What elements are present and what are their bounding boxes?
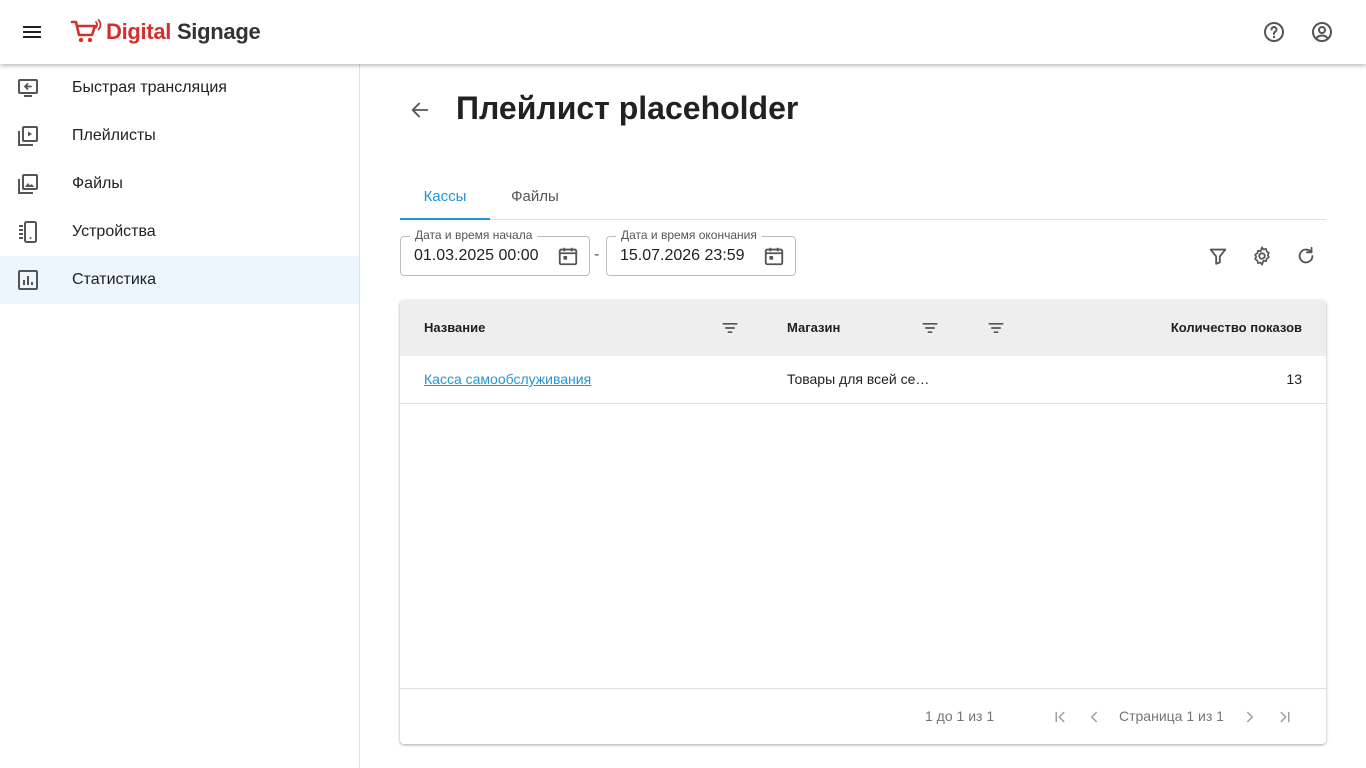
last-page-icon <box>1280 711 1290 723</box>
cart-logo-icon <box>70 19 102 43</box>
sidebar-item-playlists[interactable]: Плейлисты <box>0 112 359 160</box>
sidebar-item-files[interactable]: Файлы <box>0 160 359 208</box>
refresh-icon <box>1298 246 1314 264</box>
logo-text: Digital Signage <box>106 19 261 44</box>
first-page-button[interactable] <box>1050 707 1070 727</box>
files-icon <box>18 174 38 194</box>
tab-bar: Кассы Файлы <box>400 174 1326 220</box>
page-title: Плейлист placeholder <box>456 90 799 126</box>
column-header-count[interactable]: Количество показов <box>1171 320 1302 335</box>
table-row[interactable]: Касса самообслуживания Товары для всей с… <box>400 356 1326 404</box>
account-icon <box>1312 22 1332 42</box>
refresh-button[interactable] <box>1294 244 1318 268</box>
account-button[interactable] <box>1306 16 1338 48</box>
column-header-store[interactable]: Магазин <box>787 320 840 335</box>
quick-broadcast-icon <box>18 79 38 97</box>
count-cell: 13 <box>1286 371 1302 387</box>
chevron-left-icon <box>1091 711 1097 723</box>
date-end-label: Дата и время окончания <box>616 228 762 242</box>
sidebar-item-label: Устройства <box>72 223 156 240</box>
app-logo[interactable]: Digital Signage <box>70 16 261 48</box>
pagination-summary: 1 до 1 из 1 <box>925 708 995 724</box>
store-cell: Товары для всей се… <box>787 371 930 387</box>
table-pagination: 1 до 1 из 1 Страница 1 из 1 <box>400 688 1326 744</box>
previous-page-button[interactable] <box>1084 707 1104 727</box>
statistics-icon <box>18 270 38 290</box>
date-end-field[interactable]: Дата и время окончания 15.07.2026 23:59 <box>606 228 796 276</box>
next-page-button[interactable] <box>1240 707 1260 727</box>
tab-active-indicator <box>400 218 490 220</box>
filter-button[interactable] <box>1206 244 1230 268</box>
help-button[interactable] <box>1258 16 1290 48</box>
calendar-icon[interactable] <box>763 245 785 267</box>
tab-files[interactable]: Файлы <box>490 174 580 219</box>
top-app-bar: Digital Signage <box>0 0 1366 64</box>
menu-icon <box>23 26 41 38</box>
sidebar-item-label: Плейлисты <box>72 127 156 144</box>
sidebar-item-devices[interactable]: Устройства <box>0 208 359 256</box>
first-page-icon <box>1055 711 1065 723</box>
chevron-right-icon <box>1247 711 1253 723</box>
table-header: Название Магазин Количество показов <box>400 300 1326 356</box>
gear-icon <box>1254 246 1270 266</box>
date-start-field[interactable]: Дата и время начала 01.03.2025 00:00 <box>400 228 590 276</box>
sidebar: Быстрая трансляция Плейлисты Файлы Устро… <box>0 64 360 768</box>
sidebar-item-label: Файлы <box>72 175 123 192</box>
devices-icon <box>19 221 37 243</box>
calendar-icon[interactable] <box>557 245 579 267</box>
column-filter-icon[interactable] <box>986 318 1006 338</box>
date-end-value: 15.07.2026 23:59 <box>620 247 745 264</box>
sidebar-item-quick-broadcast[interactable]: Быстрая трансляция <box>0 64 359 112</box>
back-button[interactable] <box>404 94 436 126</box>
column-filter-icon[interactable] <box>920 318 940 338</box>
tab-registers[interactable]: Кассы <box>400 174 490 219</box>
sidebar-item-label: Статистика <box>72 271 157 288</box>
help-icon <box>1264 22 1284 42</box>
column-header-name[interactable]: Название <box>424 320 485 335</box>
filter-icon <box>1209 248 1227 265</box>
date-start-value: 01.03.2025 00:00 <box>414 247 539 264</box>
register-link[interactable]: Касса самообслуживания <box>424 371 591 387</box>
column-filter-icon[interactable] <box>720 318 740 338</box>
settings-button[interactable] <box>1250 244 1274 268</box>
arrow-back-icon <box>411 102 429 118</box>
page-indicator: Страница 1 из 1 <box>1119 708 1224 724</box>
data-table: Название Магазин Количество показов Касс… <box>400 300 1326 744</box>
last-page-button[interactable] <box>1275 707 1295 727</box>
date-start-label: Дата и время начала <box>410 228 538 242</box>
sidebar-item-statistics[interactable]: Статистика <box>0 256 359 304</box>
playlist-icon <box>18 126 38 146</box>
menu-button[interactable] <box>12 12 52 52</box>
date-range-separator: - <box>594 246 600 263</box>
sidebar-item-label: Быстрая трансляция <box>72 79 227 96</box>
main-content: Плейлист placeholder Кассы Файлы Дата и … <box>360 64 1366 768</box>
